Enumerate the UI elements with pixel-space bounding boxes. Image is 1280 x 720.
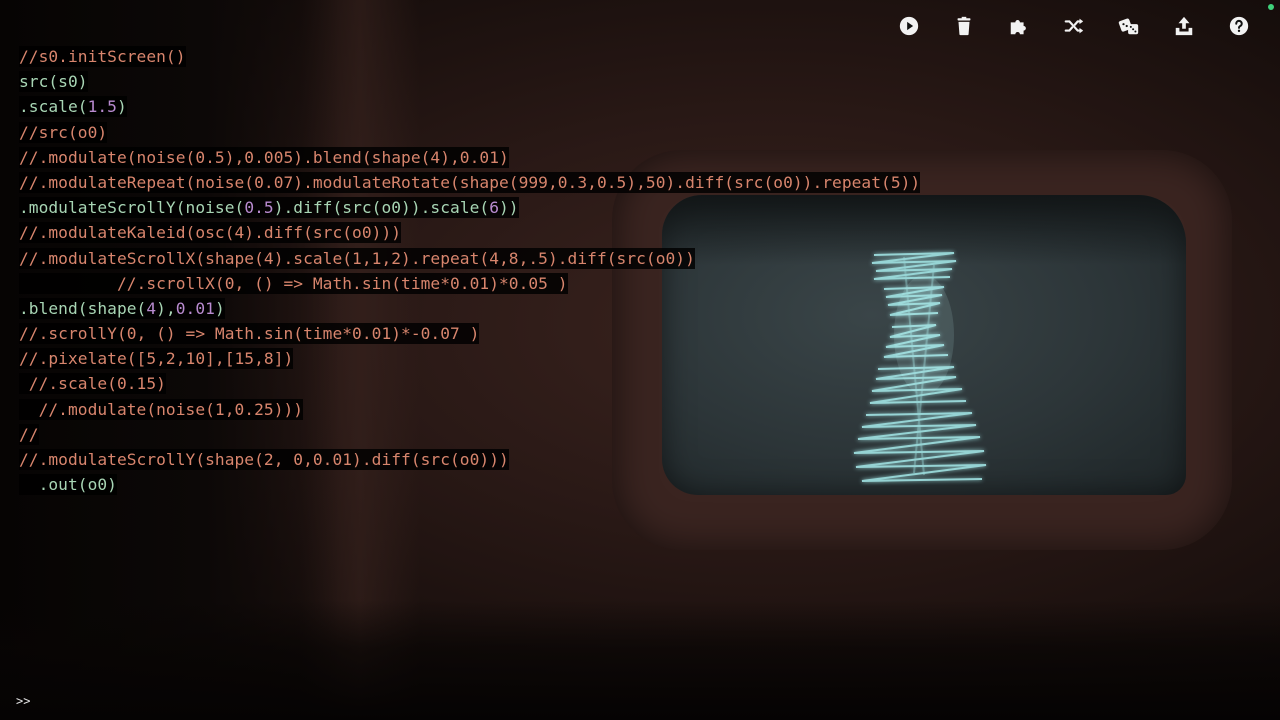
code-line[interactable]: //.scale(0.15) (19, 371, 920, 396)
code-line-text: // (19, 423, 39, 445)
code-line-text: //.scrollX(0, () => Math.sin(time*0.01)*… (19, 272, 568, 294)
code-line[interactable]: .blend(shape(4),0.01) (19, 296, 920, 321)
code-line-text: .out(o0) (19, 474, 117, 496)
code-token: // (19, 424, 39, 444)
upload-icon (1175, 16, 1192, 36)
code-line-text: //.modulateScrollX(shape(4).scale(1,1,2)… (19, 247, 695, 269)
code-token: 0.01 (175, 298, 215, 318)
code-token: //s0.initScreen() (19, 47, 186, 66)
code-token: //.modulateRepeat(noise(0.07).modulateRo… (19, 172, 921, 192)
code-line[interactable]: //.modulateScrollY(shape(2, 0,0.01).diff… (19, 447, 920, 472)
code-token: //.scale(0.15) (19, 374, 166, 394)
code-token: ) (116, 97, 127, 117)
code-token: //.modulateKaleid(osc(4).diff(src(o0))) (19, 223, 402, 243)
upload-button[interactable] (1156, 13, 1211, 39)
code-line[interactable]: //.modulateScrollX(shape(4).scale(1,1,2)… (19, 246, 920, 271)
code-editor[interactable]: //s0.initScreen() src(s0) .scale(1.5) //src… (19, 44, 921, 497)
code-line-text: .scale(1.5) (19, 96, 127, 118)
code-token: //src(o0) (19, 122, 108, 142)
code-line-text: //.scale(0.15) (19, 373, 166, 395)
puzzle-icon (1010, 20, 1026, 35)
code-token: src(s0) (19, 72, 88, 92)
code-token: .blend(shape( (19, 298, 147, 318)
trash-icon (957, 16, 970, 36)
code-token: //.modulate(noise(0.5),0.005).blend(shap… (19, 147, 509, 167)
code-line-text: //.modulateKaleid(osc(4).diff(src(o0))) (19, 222, 402, 244)
code-line[interactable]: .out(o0) (19, 472, 920, 497)
status-indicator (1268, 4, 1274, 10)
code-line[interactable]: //s0.initScreen() (19, 44, 920, 69)
code-token: 4 (146, 298, 157, 318)
code-line[interactable]: //.pixelate([5,2,10],[15,8]) (19, 346, 920, 371)
code-line-text: //.scrollY(0, () => Math.sin(time*0.01)*… (19, 323, 480, 345)
shuffle-icon (1064, 18, 1083, 34)
code-line[interactable]: //.modulate(noise(0.5),0.005).blend(shap… (19, 145, 920, 170)
code-token: //.scrollX(0, () => Math.sin(time*0.01)*… (19, 273, 568, 293)
code-token: .modulateScrollY(noise( (19, 198, 245, 218)
code-line-text: //s0.initScreen() (19, 46, 186, 67)
code-line[interactable]: //.modulateKaleid(osc(4).diff(src(o0))) (19, 220, 920, 245)
code-token: //.modulateScrollY(shape(2, 0,0.01).diff… (19, 450, 509, 469)
shuffle-button[interactable] (1046, 13, 1101, 39)
code-token: //.pixelate([5,2,10],[15,8]) (19, 349, 294, 369)
floor-shadow (0, 600, 1280, 720)
code-line-text: //.pixelate([5,2,10],[15,8]) (19, 348, 294, 370)
code-line-text: .blend(shape(4),0.01) (19, 297, 225, 319)
help-icon (1229, 16, 1248, 36)
code-token: .scale( (19, 97, 88, 117)
code-token: //.scrollY(0, () => Math.sin(time*0.01)*… (19, 324, 480, 344)
dice-icon (1118, 18, 1138, 35)
code-token: //.modulateScrollX(shape(4).scale(1,1,2)… (19, 248, 695, 268)
code-line[interactable]: //.scrollX(0, () => Math.sin(time*0.01)*… (19, 271, 920, 296)
toolbar (881, 13, 1266, 39)
code-line[interactable]: // (19, 422, 920, 447)
code-token: 0.5 (244, 198, 274, 218)
code-line[interactable]: //.modulate(noise(1,0.25))) (19, 397, 920, 422)
help-button[interactable] (1211, 13, 1266, 39)
code-line-text: //.modulate(noise(0.5),0.005).blend(shap… (19, 146, 509, 168)
clear-button[interactable] (936, 13, 991, 39)
code-line-text: //.modulate(noise(1,0.25))) (19, 398, 304, 420)
random-button[interactable] (1101, 13, 1156, 39)
code-line-text: //.modulateScrollY(shape(2, 0,0.01).diff… (19, 449, 509, 470)
code-token: )) (499, 198, 519, 218)
code-line-text: .modulateScrollY(noise(0.5).diff(src(o0)… (19, 197, 519, 219)
code-line-text: //src(o0) (19, 121, 108, 143)
code-line[interactable]: //.scrollY(0, () => Math.sin(time*0.01)*… (19, 321, 920, 346)
code-line[interactable]: .modulateScrollY(noise(0.5).diff(src(o0)… (19, 195, 920, 220)
code-token: ) (214, 298, 225, 318)
code-token: .out(o0) (19, 475, 117, 495)
code-line[interactable]: src(s0) (19, 69, 920, 94)
code-token: ).diff(src(o0)).scale( (273, 198, 490, 218)
code-line[interactable]: //.modulateRepeat(noise(0.07).modulateRo… (19, 170, 921, 195)
run-button[interactable] (881, 13, 936, 39)
extensions-button[interactable] (991, 13, 1046, 39)
code-token: 6 (489, 198, 500, 218)
code-line[interactable]: //src(o0) (19, 120, 920, 145)
code-line-text: src(s0) (19, 71, 88, 93)
code-line-text: //.modulateRepeat(noise(0.07).modulateRo… (19, 171, 921, 193)
code-line[interactable]: .scale(1.5) (19, 94, 920, 119)
play-icon (899, 16, 918, 36)
code-token: 1.5 (87, 97, 117, 117)
console-prompt[interactable]: >> (16, 694, 30, 708)
code-token: //.modulate(noise(1,0.25))) (19, 399, 304, 419)
code-token: ), (156, 298, 176, 318)
